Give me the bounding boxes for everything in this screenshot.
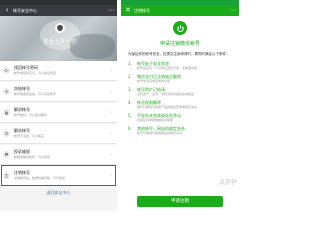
condition-number: 1.	[128, 61, 132, 66]
snowflake-icon	[3, 88, 10, 95]
condition-number: 6.	[128, 126, 132, 131]
chevron-right-icon: ›	[110, 172, 112, 179]
condition-desc: 包括投诉举报或被投诉举报	[137, 118, 174, 122]
condition-number: 4.	[128, 100, 132, 105]
power-icon	[173, 21, 187, 35]
chevron-right-icon: ›	[110, 88, 112, 95]
menu-item-desc: 帐号已冻结，可以解冻	[14, 134, 45, 138]
power-logo	[121, 16, 239, 35]
cancel-account-screen: ✕ 注销帐号 ⋯ 申请注销微信帐号 为保证你的帐号安全，在提交注销申请时，需同时…	[121, 0, 239, 211]
back-to-security-center-link[interactable]: 返回安全中心	[0, 190, 117, 196]
chevron-right-icon: ›	[110, 130, 112, 137]
condition-desc: 帐号已解除与其他产品的授权登录或绑定关系	[137, 105, 198, 109]
menu-item-desc: 帐号被盗或丢失，可以冻结帐号	[14, 92, 57, 96]
cancel-title: 申请注销微信帐号	[159, 41, 200, 47]
condition-desc: 帐号中没有未完成的交易	[137, 79, 171, 83]
chevron-right-icon: ›	[110, 67, 112, 74]
security-center-screen: ‹ 帐号安全中心 ⋯ 安全上升一切 找回帐号密码 帐号或密码忘记，可以尝试找回 …	[0, 0, 117, 211]
unlock-icon	[3, 109, 10, 116]
banner: 安全上升一切	[0, 16, 117, 61]
condition-item: 5. 不存在未完成或存在争议 包括投诉举报或被投诉举报	[128, 113, 232, 122]
condition-desc: 帐号已解除与其他网站的绑定关系	[137, 131, 183, 135]
security-menu: 找回帐号密码 帐号或密码忘记，可以尝试找回 › 冻结帐号 帐号被盗或丢失，可以冻…	[0, 61, 117, 186]
chevron-right-icon: ›	[110, 151, 112, 158]
complaint-icon	[3, 151, 10, 158]
back-icon[interactable]: ‹	[3, 5, 11, 16]
more-icon[interactable]: ⋯	[108, 5, 114, 16]
condition-item: 2. 微信支付已注销或已解除 帐号中没有未完成的交易	[128, 74, 232, 83]
menu-item-unblock-account[interactable]: 解封帐号 帐号被封，可以尝试解封 ›	[0, 103, 117, 123]
menu-item-freeze-account[interactable]: 冻结帐号 帐号被盗或丢失，可以冻结帐号 ›	[0, 82, 117, 102]
apply-cancel-button[interactable]: 申请注销	[137, 196, 223, 207]
close-icon[interactable]: ✕	[124, 5, 132, 16]
menu-item-cancel-account[interactable]: 注销帐号 注销帐号后，数据将被清除，不可恢复 ›	[0, 165, 117, 186]
cancel-account-icon	[3, 172, 10, 179]
nav-bar: ‹ 帐号安全中心 ⋯	[0, 5, 117, 16]
menu-item-unfreeze-account[interactable]: 解冻帐号 帐号已冻结，可以解冻 ›	[0, 124, 117, 144]
unfreeze-icon	[3, 130, 10, 137]
menu-item-desc: 帐号或密码忘记，可以尝试找回	[14, 71, 57, 75]
menu-item-recover-password[interactable]: 找回帐号密码 帐号或密码忘记，可以尝试找回 ›	[0, 61, 117, 81]
conditions-list: 1. 帐号处于安全状态 帐号在最近一个月内无改密记录，无被盗风险 2. 微信支付…	[121, 61, 239, 135]
banner-slogan: 安全上升一切	[43, 39, 77, 45]
condition-number: 3.	[128, 87, 132, 92]
more-icon[interactable]: ⋯	[230, 5, 236, 16]
condition-item: 1. 帐号处于安全状态 帐号在最近一个月内无改密记录，无被盗风险	[128, 61, 232, 70]
condition-desc: 没有资产、欠款、未结清的资金和虚拟权益	[137, 92, 195, 96]
menu-item-desc: 被骗或被侵权时，可以投诉	[14, 155, 51, 159]
nav-bar: ✕ 注销帐号 ⋯	[121, 5, 239, 16]
shield-logo-icon	[55, 23, 65, 33]
condition-item: 6. 其他帐号，网站的绑定关系 帐号已解除与其他网站的绑定关系	[128, 126, 232, 135]
page-title: 帐号安全中心	[13, 8, 37, 13]
chevron-right-icon: ›	[110, 109, 112, 116]
condition-number: 2.	[128, 74, 132, 79]
condition-item: 3. 帐号财产已结清 没有资产、欠款、未结清的资金和虚拟权益	[128, 87, 232, 96]
conditions-intro: 为保证你的帐号安全，在提交注销申请时，需同时满足以下条件：	[128, 52, 230, 56]
condition-number: 5.	[128, 113, 132, 118]
watermark: APP	[219, 178, 237, 187]
condition-item: 4. 帐号权限解除 帐号已解除与其他产品的授权登录或绑定关系	[128, 100, 232, 109]
menu-item-desc: 帐号被封，可以尝试解封	[14, 113, 48, 117]
page-title: 注销帐号	[134, 8, 150, 13]
menu-item-desc: 注销帐号后，数据将被清除，不可恢复	[14, 176, 66, 180]
menu-item-complaint[interactable]: 投诉维权 被骗或被侵权时，可以投诉 ›	[0, 145, 117, 165]
condition-desc: 帐号在最近一个月内无改密记录，无被盗风险	[137, 66, 198, 70]
key-icon	[3, 67, 10, 74]
